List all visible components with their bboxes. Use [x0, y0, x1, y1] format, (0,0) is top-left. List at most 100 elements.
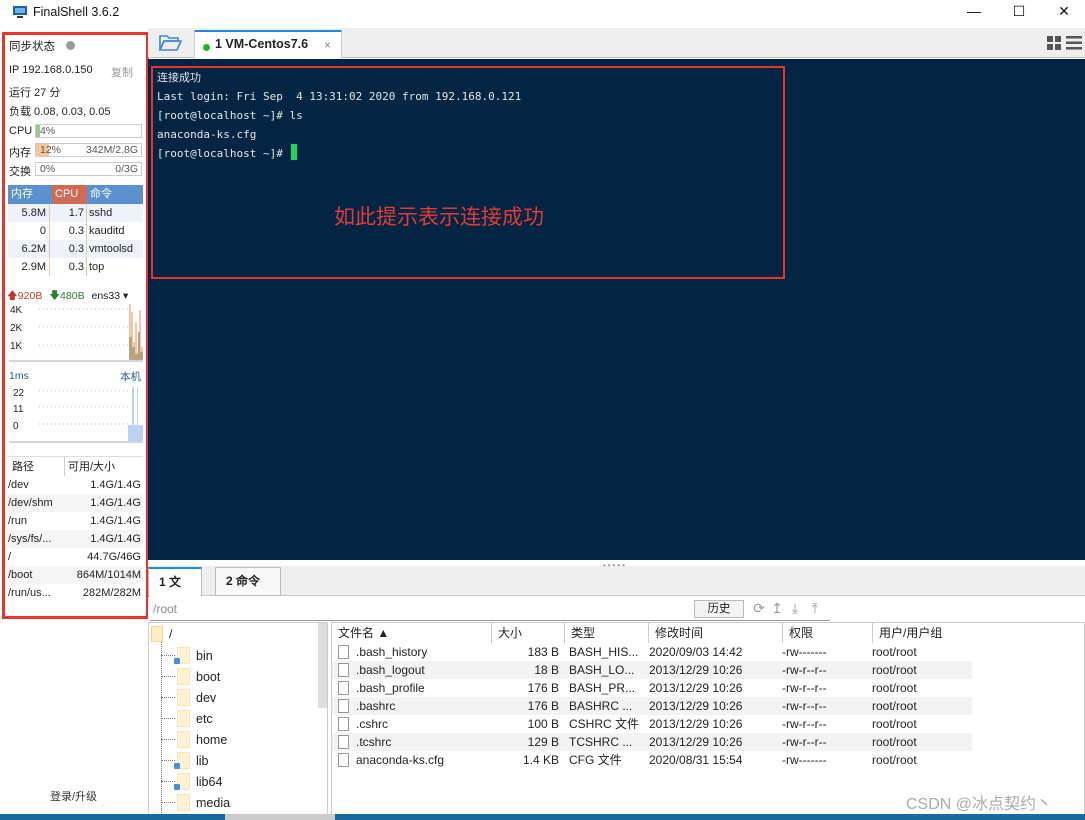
file-size: 183 B [527, 645, 559, 659]
process-row[interactable]: 0 0.3 kauditd [8, 222, 143, 240]
disk-row[interactable]: / 44.7G/46G [7, 548, 143, 566]
parent-dir-icon[interactable]: ↥ [769, 600, 785, 616]
file-modified: 2013/12/29 10:26 [649, 735, 743, 749]
file-owner: root/root [872, 753, 917, 767]
tree-item[interactable]: bin [161, 645, 213, 666]
process-row[interactable]: 6.2M 0.3 vmtoolsd [8, 240, 143, 258]
refresh-icon[interactable]: ⟳ [751, 600, 767, 616]
col-available-size[interactable]: 可用/大小 [65, 457, 115, 476]
close-button[interactable]: ✕ [1041, 0, 1085, 24]
process-row[interactable]: 2.9M 0.3 top [8, 258, 143, 276]
login-upgrade-link[interactable]: 登录/升级 [50, 788, 97, 804]
file-icon [338, 735, 349, 749]
disk-row[interactable]: /run/us... 282M/282M [7, 584, 143, 602]
download-icon[interactable]: ⤓ [787, 600, 803, 616]
tab-files[interactable]: 1 文件 [148, 567, 202, 616]
file-row[interactable]: .cshrc 100 B CSHRC 文件 2013/12/29 10:26 -rw-r… [332, 715, 972, 733]
maximize-button[interactable]: ☐ [996, 0, 1042, 24]
file-name: .bashrc [332, 697, 492, 715]
tree-item[interactable]: dev [161, 687, 216, 708]
tree-item[interactable]: home [161, 729, 227, 750]
terminal[interactable]: 连接成功 Last login: Fri Sep 4 13:31:02 2020 … [148, 59, 1085, 591]
col-memory[interactable]: 内存 [8, 185, 52, 204]
list-view-icon[interactable] [1066, 36, 1082, 50]
col-modified[interactable]: 修改时间 [649, 623, 783, 643]
interface-select[interactable]: ens33 ▾ [92, 290, 129, 302]
file-name: .tcshrc [332, 733, 492, 751]
file-size: 129 B [527, 735, 559, 749]
process-row[interactable]: 5.8M 1.7 sshd [8, 204, 143, 222]
file-name: .bash_logout [332, 661, 492, 679]
symlink-icon [174, 784, 180, 790]
tree-item[interactable]: lib64 [161, 771, 222, 792]
col-owner[interactable]: 用户/用户组 [873, 623, 973, 643]
file-size: 176 B [527, 699, 559, 713]
status-sidebar: 同步状态 IP 192.168.0.150 复制 运行 27 分 负载 0.08… [0, 30, 149, 820]
file-row[interactable]: .bash_profile 176 B BASH_PR... 2013/12/29 1… [332, 679, 972, 697]
cpu-meter: 4% [35, 124, 142, 138]
memory-label: 内存 [9, 147, 31, 159]
file-name: anaconda-ks.cfg [332, 751, 492, 769]
swap-label: 交换 [9, 166, 31, 178]
watermark: CSDN @冰点契约丶 [906, 796, 1053, 813]
app-icon [13, 6, 27, 18]
file-modified: 2020/08/31 15:54 [649, 753, 743, 767]
tree-scrollbar[interactable] [318, 623, 327, 708]
net-tick-4k: 4K [10, 305, 23, 316]
minimize-button[interactable]: — [951, 0, 997, 24]
file-row[interactable]: anaconda-ks.cfg 1.4 KB CFG 文件 2020/08/31 15… [332, 751, 972, 769]
tab-commands[interactable]: 2 命令 [215, 567, 281, 596]
disk-row[interactable]: /boot 864M/1014M [7, 566, 143, 584]
taskbar-strip [0, 814, 1085, 820]
process-memory: 5.8M [8, 204, 50, 222]
file-permissions: -rw-r--r-- [782, 663, 827, 677]
tree-item[interactable]: media [161, 792, 230, 813]
path-input[interactable]: /root [153, 602, 177, 616]
file-icon [338, 717, 349, 731]
file-owner: root/root [872, 663, 917, 677]
file-permissions: -rw-r--r-- [782, 681, 827, 695]
path-bar: /root 历史 ⟳ ↥ ⤓ ⤒ [148, 597, 1085, 621]
folder-icon [177, 794, 190, 811]
file-size: 176 B [527, 681, 559, 695]
tree-item[interactable]: lib [161, 750, 209, 771]
tree-item[interactable]: boot [161, 666, 220, 687]
process-table-header: 内存 CPU 命令 [8, 185, 143, 204]
col-path[interactable]: 路径 [7, 457, 65, 476]
tree-item-name: boot [196, 669, 221, 684]
copy-ip-button[interactable]: 复制 [111, 64, 133, 80]
session-tab[interactable]: 1 VM-Centos7.6 × [194, 30, 342, 59]
file-type: CFG 文件 [569, 753, 622, 767]
file-row[interactable]: .bash_logout 18 B BASH_LO... 2013/12/29 10:… [332, 661, 972, 679]
disk-table: 路径 可用/大小 /dev 1.4G/1.4G/dev/shm 1.4G/1.4G /… [7, 456, 143, 602]
grid-view-icon[interactable] [1047, 36, 1061, 50]
col-permissions[interactable]: 权限 [783, 623, 873, 643]
col-type[interactable]: 类型 [565, 623, 649, 643]
tree-item[interactable]: etc [161, 708, 213, 729]
path-history-button[interactable]: 历史 [694, 600, 744, 618]
close-tab-icon[interactable]: × [324, 38, 331, 52]
uptime: 运行 27 分 [9, 87, 61, 99]
open-folder-icon[interactable] [158, 34, 182, 52]
disk-row[interactable]: /run 1.4G/1.4G [7, 512, 143, 530]
process-cpu: 0.3 [50, 222, 87, 240]
disk-row[interactable]: /dev 1.4G/1.4G [7, 476, 143, 494]
file-size: 100 B [527, 717, 559, 731]
col-filename[interactable]: 文件名 ▲ [332, 623, 492, 643]
file-permissions: -rw------- [782, 645, 827, 659]
file-row[interactable]: .bash_history 183 B BASH_HIS... 2020/09/03 … [332, 643, 972, 661]
file-type: BASH_PR... [569, 681, 636, 695]
file-size: 1.4 KB [522, 753, 559, 767]
file-row[interactable]: .bashrc 176 B BASHRC ... 2013/12/29 10:26 -r… [332, 697, 972, 715]
upload-icon[interactable]: ⤒ [807, 600, 823, 616]
file-row[interactable]: .tcshrc 129 B TCSHRC ... 2013/12/29 10:26 -r… [332, 733, 972, 751]
col-command[interactable]: 命令 [87, 185, 112, 204]
process-command: top [89, 261, 105, 273]
disk-row[interactable]: /sys/fs/... 1.4G/1.4G [7, 530, 143, 548]
col-cpu[interactable]: CPU [52, 185, 87, 204]
tree-root[interactable]: / [151, 625, 172, 643]
col-size[interactable]: 大小 [492, 623, 565, 643]
disk-usage: 1.4G/1.4G [90, 497, 141, 509]
disk-row[interactable]: /dev/shm 1.4G/1.4G [7, 494, 143, 512]
cpu-label: CPU [9, 125, 33, 137]
